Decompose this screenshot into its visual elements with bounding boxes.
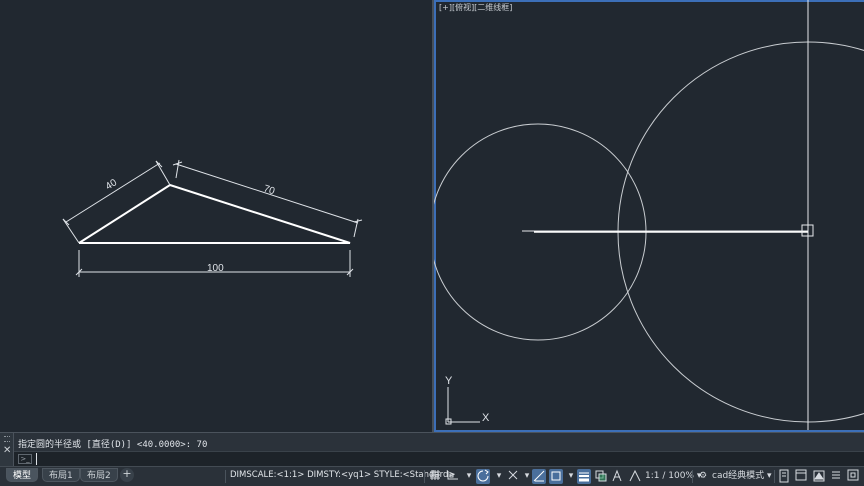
triangle-shape[interactable] [78,183,351,244]
status-separator [225,470,226,483]
ucs-icon [445,387,480,425]
lineweight-icon[interactable] [577,469,591,484]
right-drawing-canvas[interactable]: X Y [434,0,864,430]
gear-icon[interactable]: ⚙ [696,469,710,484]
otrack-icon[interactable] [506,469,520,484]
status-separator [424,470,425,483]
grip-icon [4,436,10,442]
command-prompt-icon[interactable]: >_ [18,454,32,464]
viewport-right[interactable]: X Y [+][俯视][二维线框] [434,0,864,432]
command-line-panel: ✕ 指定圆的半径或 [直径(D)] <40.0000>: 70 >_ [0,432,864,467]
dimension-70-text: 70 [262,183,276,197]
left-drawing-canvas[interactable]: 40 70 100 [0,0,432,432]
crosshair-cursor [522,0,814,430]
tab-model[interactable]: 模型 [6,468,39,482]
status-separator [692,470,693,483]
workspace-value: cad经典模式 [712,471,765,481]
command-history-text: 指定圆的半径或 [直径(D)] <40.0000>: 70 [18,440,208,450]
transparency-icon[interactable] [594,469,608,484]
ortho-icon[interactable] [532,469,546,484]
command-input-row: >_ [14,451,864,466]
annotation-icon[interactable] [611,469,627,484]
polar-icon[interactable] [476,469,490,484]
properties-icon[interactable] [829,469,843,484]
dimension-70[interactable] [172,159,363,238]
status-bar: 模型 布局1 布局2 + DIMSCALE:<1:1> DIMSTY:<yq1>… [0,466,864,486]
command-input[interactable] [36,453,856,465]
ucs-x-label: X [482,412,490,424]
annotation-visibility-icon[interactable] [628,469,642,484]
isolate-objects-icon[interactable] [777,469,791,484]
dimension-style-readout: DIMSCALE:<1:1> DIMSTY:<yq1> STYLE:<Stand… [230,470,456,480]
workspace-dropdown[interactable]: cad经典模式 ▾ [712,469,772,484]
add-layout-button[interactable]: + [120,468,134,482]
viewport-controls-label[interactable]: [+][俯视][二维线框] [439,2,512,13]
close-icon[interactable]: ✕ [3,446,11,456]
osnap-icon[interactable] [549,469,563,484]
dimension-40[interactable] [62,160,171,244]
hardware-acceleration-icon[interactable] [812,469,826,484]
polar-dropdown-icon[interactable]: ▾ [492,469,506,484]
grid-icon[interactable] [428,469,442,484]
fullscreen-icon[interactable] [846,469,860,484]
tab-layout2[interactable]: 布局2 [80,468,118,482]
osnap-dropdown-icon[interactable]: ▾ [564,469,578,484]
viewport-left[interactable]: 40 70 100 [0,0,432,432]
scale-value: 1:1 / 100% [645,471,694,481]
status-separator [774,470,775,483]
ucs-y-label: Y [445,375,453,387]
command-panel-handle[interactable]: ✕ [0,433,14,467]
tab-layout1[interactable]: 布局1 [42,468,80,482]
dimension-100-text: 100 [207,263,224,274]
snap-icon[interactable] [446,469,460,484]
workspace-settings-icon[interactable] [794,469,808,484]
snap-dropdown-icon[interactable]: ▾ [462,469,476,484]
